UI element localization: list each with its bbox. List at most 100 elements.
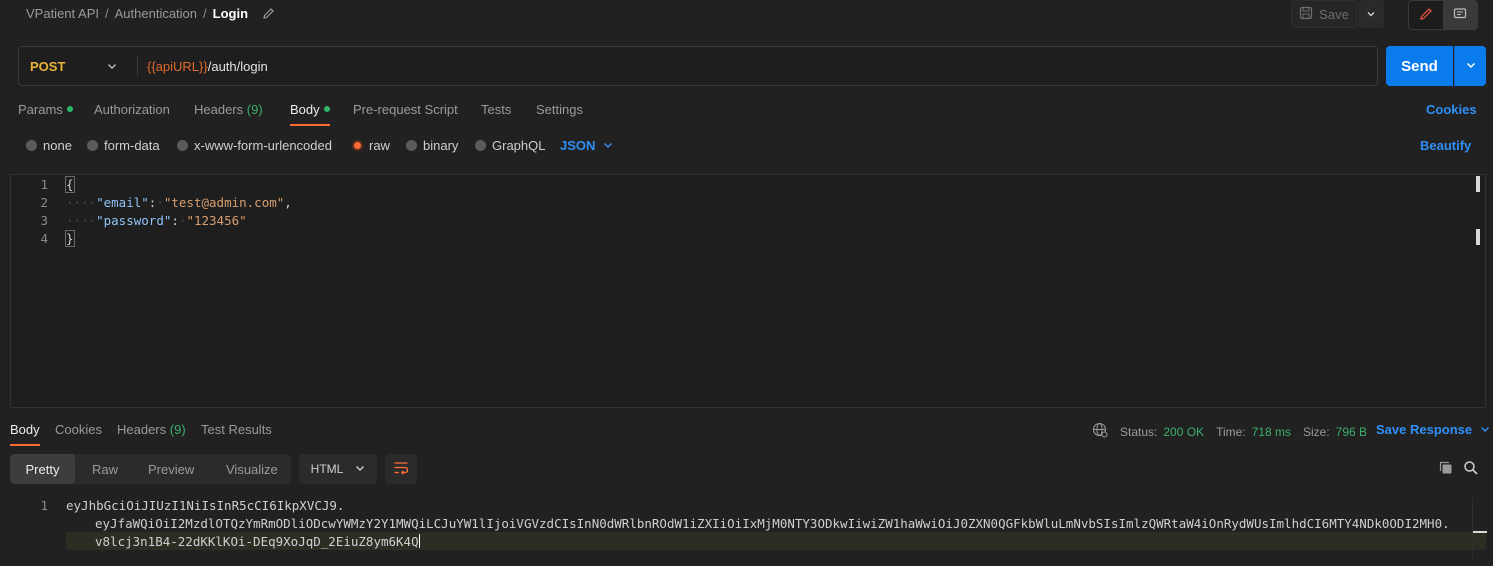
breadcrumb-separator: / [105, 6, 109, 21]
breadcrumb: VPatient API / Authentication / Login [26, 6, 275, 23]
response-tab-cookies[interactable]: Cookies [55, 422, 102, 437]
mode-toggle [1408, 0, 1478, 30]
code-line: } [65, 230, 75, 247]
tab-authorization[interactable]: Authorization [94, 102, 170, 117]
pencil-icon[interactable] [262, 7, 275, 23]
chevron-down-icon [1366, 7, 1376, 22]
json-key: "password" [96, 213, 172, 228]
globe-icon[interactable] [1092, 422, 1108, 441]
save-response-button[interactable]: Save Response [1376, 422, 1490, 437]
close-brace: } [65, 230, 75, 247]
response-tab-headers-label: Headers [117, 422, 167, 437]
edit-mode-button[interactable] [1409, 1, 1443, 29]
breadcrumb-separator: / [203, 6, 207, 21]
time-label: Time: [1216, 424, 1246, 439]
send-button[interactable]: Send [1386, 46, 1453, 86]
status-dot-icon [323, 106, 330, 112]
status-value[interactable]: 200 OK [1163, 425, 1204, 439]
line-number: 3 [40, 213, 48, 228]
save-response-label: Save Response [1376, 422, 1473, 437]
radio-none[interactable]: none [26, 138, 72, 153]
breadcrumb-request: Login [212, 6, 249, 21]
response-text-line[interactable]: eyJhbGciOiJIUzI1NiIsInR5cCI6IkpXVCJ9. [66, 498, 344, 513]
wrap-lines-button[interactable] [385, 454, 417, 484]
language-select[interactable]: JSON [560, 138, 613, 153]
tab-body-label: Body [290, 102, 320, 117]
chevron-down-icon [1465, 59, 1477, 74]
radio-urlencoded[interactable]: x-www-form-urlencoded [177, 138, 332, 153]
line-number: 4 [40, 231, 48, 246]
radio-form-data[interactable]: form-data [87, 138, 160, 153]
wrap-lines-icon [393, 461, 409, 478]
status-dot-icon [66, 106, 73, 112]
headers-count: (9) [246, 102, 263, 117]
time-value[interactable]: 718 ms [1252, 425, 1291, 439]
json-key: "email" [96, 195, 149, 210]
view-visualize-button[interactable]: Visualize [226, 454, 278, 484]
tab-headers-label: Headers [194, 102, 244, 117]
headers-count: (9) [169, 422, 186, 437]
save-label: Save [1319, 6, 1349, 22]
search-icon[interactable] [1463, 460, 1479, 479]
scrollbar-marker[interactable] [1476, 176, 1480, 192]
active-tab-indicator [10, 444, 40, 446]
radio-circle [475, 140, 486, 151]
chevron-down-icon [603, 138, 613, 153]
scrollbar-marker[interactable] [1476, 229, 1480, 245]
save-options-button[interactable] [1358, 0, 1384, 28]
breadcrumb-workspace[interactable]: VPatient API [26, 6, 99, 21]
save-icon [1299, 6, 1313, 23]
comment-icon [1453, 7, 1467, 24]
response-text-line[interactable]: v8lcj3n1B4-22dKKlKOi-DEq9XoJqD_2EiuZ8ym6… [95, 534, 420, 549]
chevron-down-icon[interactable] [106, 60, 118, 75]
response-tab-headers[interactable]: Headers (9) [117, 422, 186, 437]
tab-pre-request-script[interactable]: Pre-request Script [353, 102, 458, 117]
view-raw-button[interactable]: Raw [92, 454, 118, 484]
text-cursor [418, 534, 420, 548]
scrollbar-track [1472, 498, 1473, 558]
radio-circle [26, 140, 37, 151]
tab-body[interactable]: Body [290, 102, 330, 117]
view-preview-button[interactable]: Preview [148, 454, 194, 484]
send-options-button[interactable] [1454, 46, 1486, 86]
save-button[interactable]: Save [1291, 0, 1357, 28]
code-line: ····"email":·"test@admin.com", [66, 195, 292, 210]
line-number: 1 [40, 177, 48, 192]
radio-circle-selected [352, 140, 363, 151]
url-path: /auth/login [207, 59, 268, 74]
response-tab-test-results[interactable]: Test Results [201, 422, 272, 437]
line-number: 2 [40, 195, 48, 210]
tab-settings[interactable]: Settings [536, 102, 583, 117]
radio-raw-label: raw [369, 138, 390, 153]
radio-circle [177, 140, 188, 151]
comments-button[interactable] [1443, 1, 1477, 29]
url-input[interactable]: {{apiURL}}/auth/login [147, 59, 268, 74]
chevron-down-icon [355, 462, 365, 476]
tab-headers[interactable]: Headers (9) [194, 102, 263, 117]
line-number: 1 [40, 498, 48, 513]
copy-icon[interactable] [1438, 460, 1454, 479]
view-pretty-button[interactable]: Pretty [10, 454, 75, 484]
radio-binary-label: binary [423, 138, 459, 153]
radio-graphql[interactable]: GraphQL [475, 138, 545, 153]
tab-params[interactable]: Params [18, 102, 73, 117]
cookies-link[interactable]: Cookies [1426, 102, 1477, 117]
divider [137, 56, 138, 76]
response-text-line[interactable]: eyJfaWQiOiI2MzdlOTQzYmRmODliODcwYWMzY2Y1… [95, 516, 1450, 531]
response-format-select[interactable]: HTML [299, 454, 377, 484]
breadcrumb-folder[interactable]: Authentication [115, 6, 197, 21]
radio-binary[interactable]: binary [406, 138, 458, 153]
scrollbar-marker[interactable] [1473, 531, 1487, 533]
language-select-label: JSON [560, 138, 596, 153]
radio-circle [406, 140, 417, 151]
url-variable: {{apiURL}} [147, 59, 208, 74]
method-select[interactable]: POST [30, 59, 65, 74]
size-value[interactable]: 796 B [1336, 425, 1367, 439]
radio-circle [87, 140, 98, 151]
size-label: Size: [1302, 424, 1330, 439]
tab-tests[interactable]: Tests [481, 102, 511, 117]
beautify-link[interactable]: Beautify [1420, 138, 1471, 153]
code-line: ····"password":·"123456" [66, 213, 247, 228]
response-tab-body[interactable]: Body [10, 422, 40, 437]
radio-raw[interactable]: raw [352, 138, 390, 153]
